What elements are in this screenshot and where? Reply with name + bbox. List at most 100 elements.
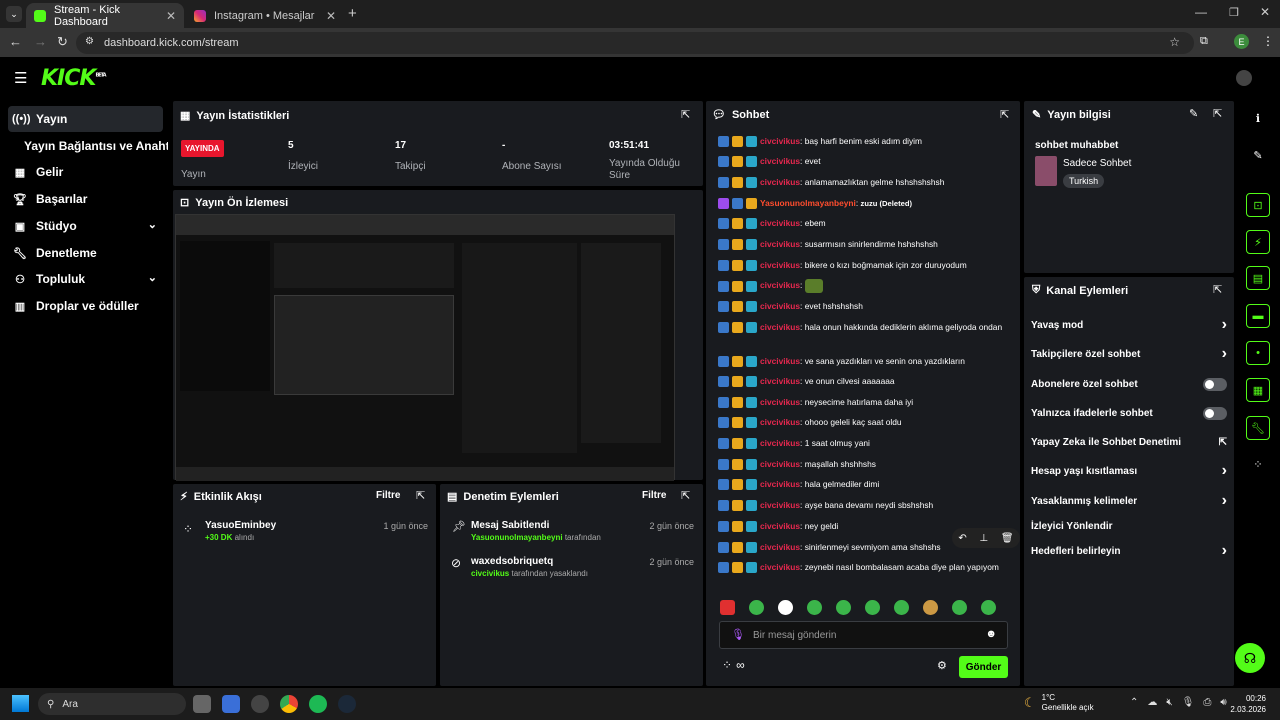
chat-message[interactable]: civcivikus: ebem xyxy=(718,217,1008,230)
wrench-icon[interactable]: 🔧︎ xyxy=(1246,416,1270,440)
info-icon[interactable]: ℹ︎ xyxy=(1246,106,1270,130)
hamburger-menu-icon[interactable]: ☰ xyxy=(14,69,27,87)
new-tab-button[interactable]: + xyxy=(348,5,357,22)
chat-username[interactable]: civcivikus xyxy=(760,218,800,228)
emote[interactable] xyxy=(807,600,822,615)
channel-action-item[interactable]: Hedefleri belirleyin › xyxy=(1031,542,1227,559)
pencil-icon[interactable]: ✎ xyxy=(1246,143,1270,167)
extensions-icon[interactable]: ⧉ xyxy=(1200,35,1208,48)
help-button[interactable]: ☊ xyxy=(1235,643,1265,673)
preview-toggle-icon[interactable]: ⊡ xyxy=(1246,193,1270,217)
tab-instagram[interactable]: Instagram • Mesajlar ✕ xyxy=(186,3,344,28)
chat-message[interactable]: civcivikus: ve sana yazdıkları ve senin … xyxy=(718,355,1008,368)
emote[interactable] xyxy=(981,600,996,615)
chat-username[interactable]: civcivikus xyxy=(760,500,800,510)
emoji-picker-icon[interactable]: ☻ xyxy=(985,628,997,640)
chat-username[interactable]: civcivikus xyxy=(760,438,800,448)
windows-start-icon[interactable] xyxy=(12,695,29,712)
popout-icon[interactable]: ⇱ xyxy=(1213,283,1222,296)
kick-logo[interactable]: KICKBETA xyxy=(41,66,107,91)
chat-username[interactable]: civcivikus xyxy=(760,301,800,311)
emote[interactable] xyxy=(894,600,909,615)
emote[interactable] xyxy=(778,600,793,615)
channel-action-item[interactable]: Takipçilere özel sohbet › xyxy=(1031,345,1227,362)
edit-icon[interactable]: ✎ xyxy=(1189,107,1198,120)
close-window-button[interactable]: ✕ xyxy=(1260,5,1270,19)
store-icon[interactable] xyxy=(222,695,240,713)
gift-icon[interactable]: ⁘ xyxy=(1246,452,1270,476)
channel-action-item[interactable]: Yapay Zeka ile Sohbet Denetimi ⇱ xyxy=(1031,435,1227,449)
sidebar-item-topluluk[interactable]: ⚇ Topluluk ⌄ xyxy=(8,266,163,292)
user-avatar[interactable] xyxy=(1236,70,1252,86)
channel-action-item[interactable]: Yalnızca ifadelerle sohbet xyxy=(1031,406,1227,420)
emote[interactable] xyxy=(836,600,851,615)
emote[interactable] xyxy=(865,600,880,615)
site-info-icon[interactable]: ⚙ xyxy=(85,36,94,47)
chat-username[interactable]: civcivikus xyxy=(760,136,800,146)
chat-username[interactable]: civcivikus xyxy=(760,542,800,552)
chat-message[interactable]: Yasuonunolmayanbeyni: zuzu (Deleted) xyxy=(718,197,1008,210)
chat-message[interactable]: civcivikus: hala onun hakkında dedikleri… xyxy=(718,321,1008,334)
chat-message[interactable]: civcivikus: ve onun cilvesi aaaaaaa xyxy=(718,375,1008,388)
broadcast-icon[interactable]: • xyxy=(1246,341,1270,365)
chat-message[interactable]: civcivikus: ayşe bana devamı neydi sbshs… xyxy=(718,499,1008,512)
close-icon[interactable]: ✕ xyxy=(326,9,336,23)
sidebar-item-droplar[interactable]: ▥ Droplar ve ödüller xyxy=(8,293,163,319)
channel-action-item[interactable]: Yavaş mod › xyxy=(1031,316,1227,333)
chat-message[interactable]: civcivikus: maşallah shshhshs xyxy=(718,458,1008,471)
popout-icon[interactable]: ⇱ xyxy=(416,489,425,502)
chat-username[interactable]: civcivikus xyxy=(760,280,800,290)
chat-username[interactable]: civcivikus xyxy=(760,562,800,572)
address-bar[interactable]: ⚙ dashboard.kick.com/stream ☆ xyxy=(76,32,1194,54)
lightning-icon[interactable]: ⚡︎ xyxy=(1246,230,1270,254)
chat-settings-icon[interactable]: ⚙ xyxy=(937,659,947,672)
emote[interactable] xyxy=(720,600,735,615)
undo-icon[interactable]: ↶ xyxy=(958,533,966,544)
emote[interactable] xyxy=(749,600,764,615)
chat-message[interactable]: civcivikus: zeynebi nasıl bombalasam aca… xyxy=(718,561,1008,574)
gift-icon[interactable]: ⁘ xyxy=(722,658,732,672)
sidebar-item-studyo[interactable]: ▣ Stüdyo ⌄ xyxy=(8,213,163,239)
chat-message[interactable]: civcivikus: evet xyxy=(718,155,1008,168)
grid-icon[interactable]: ▦ xyxy=(1246,378,1270,402)
chat-username[interactable]: civcivikus xyxy=(760,376,800,386)
chat-message[interactable]: civcivikus: xyxy=(718,279,1008,293)
sidebar-item-denetleme[interactable]: 🔧︎ Denetleme xyxy=(8,240,163,266)
chat-message[interactable]: civcivikus: baş harfi benim eski adım di… xyxy=(718,135,1008,148)
chat-username[interactable]: civcivikus xyxy=(760,356,800,366)
infinity-icon[interactable]: ∞ xyxy=(736,658,745,672)
toggle-switch[interactable] xyxy=(1203,406,1227,420)
filter-button[interactable]: Filtre xyxy=(642,490,666,501)
emote[interactable] xyxy=(923,600,938,615)
sidebar-item-stream-key[interactable]: Yayın Bağlantısı ve Anahtarı xyxy=(8,133,168,159)
chat-bubble-icon[interactable]: ▬ xyxy=(1246,304,1270,328)
minimize-button[interactable]: — xyxy=(1195,5,1207,19)
chat-message[interactable]: civcivikus: susarmısın sinirlendirme hsh… xyxy=(718,238,1008,251)
profile-avatar[interactable]: E xyxy=(1234,34,1249,49)
weather-widget[interactable]: ☾ 1°C Genellikle açık xyxy=(1024,693,1094,713)
chat-username[interactable]: civcivikus xyxy=(760,322,800,332)
sidebar-item-yayin[interactable]: ((•)) Yayın xyxy=(8,106,163,132)
toggle-switch[interactable] xyxy=(1203,377,1227,391)
popout-icon[interactable]: ⇱ xyxy=(1213,107,1222,120)
clock[interactable]: 00:26 2.03.2026 xyxy=(1228,693,1266,715)
chat-username[interactable]: civcivikus xyxy=(760,521,800,531)
taskbar-search[interactable]: ⚲ Ara xyxy=(38,693,186,715)
channel-action-item[interactable]: İzleyici Yönlendir xyxy=(1031,519,1227,533)
emote[interactable] xyxy=(952,600,967,615)
channel-action-item[interactable]: Hesap yaşı kısıtlaması › xyxy=(1031,462,1227,479)
chat-username[interactable]: civcivikus xyxy=(760,177,800,187)
channel-action-item[interactable]: Abonelere özel sohbet xyxy=(1031,377,1227,391)
spotify-icon[interactable] xyxy=(309,695,327,713)
chat-username[interactable]: civcivikus xyxy=(760,239,800,249)
close-icon[interactable]: ✕ xyxy=(166,9,176,23)
task-view-icon[interactable] xyxy=(193,695,211,713)
preview-video[interactable] xyxy=(175,214,675,481)
chat-username[interactable]: Yasuonunolmayanbeyni xyxy=(760,198,856,208)
chat-username[interactable]: civcivikus xyxy=(760,417,800,427)
reload-icon[interactable]: ↻ xyxy=(57,34,68,50)
chat-username[interactable]: civcivikus xyxy=(760,156,800,166)
maximize-button[interactable]: ❐ xyxy=(1229,6,1239,19)
sidebar-item-basarilar[interactable]: 🏆︎ Başarılar xyxy=(8,186,163,212)
bookmark-star-icon[interactable]: ☆ xyxy=(1169,35,1180,49)
